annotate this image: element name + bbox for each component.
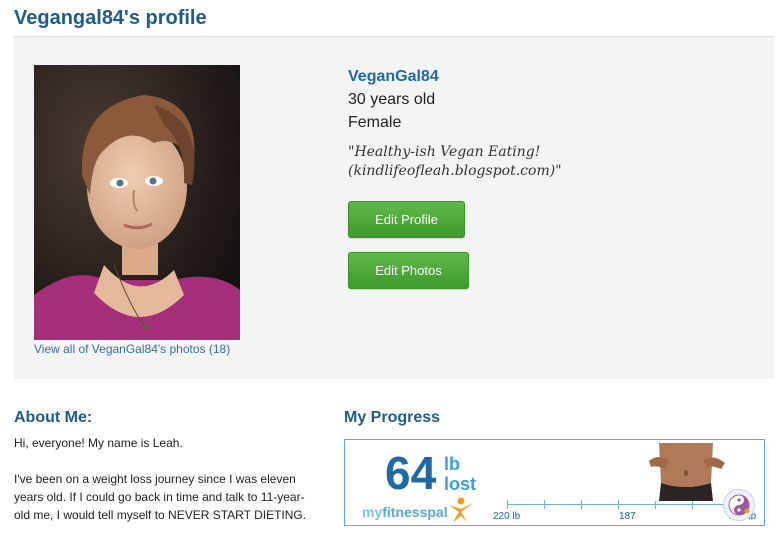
scale-tick bbox=[692, 500, 693, 509]
scale-tick bbox=[581, 500, 582, 509]
profile-panel: View all of VeganGal84's photos (18) Veg… bbox=[14, 37, 774, 379]
profile-photo[interactable] bbox=[34, 65, 240, 340]
scale-start-label: 220 lb bbox=[493, 511, 521, 522]
runner-figure-icon bbox=[449, 497, 473, 522]
profile-photo-image bbox=[34, 65, 240, 340]
myfitnesspal-logo: myfitnesspal bbox=[362, 504, 448, 520]
profile-age: 30 years old bbox=[348, 91, 436, 108]
about-me-heading: About Me: bbox=[14, 409, 93, 426]
view-all-photos-link[interactable]: View all of VeganGal84's photos (18) bbox=[34, 342, 230, 356]
yin-yang-badge-icon bbox=[723, 489, 755, 521]
page-title: Vegangal84's profile bbox=[14, 7, 207, 29]
scale-tick bbox=[618, 500, 619, 509]
logo-fitnesspal-text: fitnesspal bbox=[382, 504, 448, 520]
weight-loss-ticker[interactable]: 64 lb lost myfitnesspal 220 lb 187 154 l… bbox=[344, 439, 765, 526]
scale-tick bbox=[544, 500, 545, 509]
scale-tick bbox=[507, 500, 508, 509]
my-progress-heading: My Progress bbox=[344, 409, 441, 426]
profile-username[interactable]: VeganGal84 bbox=[348, 68, 439, 86]
edit-profile-button[interactable]: Edit Profile bbox=[348, 201, 465, 238]
scale-tick bbox=[655, 500, 656, 509]
logo-my-text: my bbox=[362, 504, 383, 520]
pounds-lost-value: 64 bbox=[385, 447, 437, 499]
about-paragraph: Hi, everyone! My name is Leah. bbox=[14, 436, 183, 450]
scale-mid-label: 187 bbox=[619, 511, 636, 522]
profile-tagline: "Healthy-ish Vegan Eating! (kindlifeofle… bbox=[348, 144, 562, 179]
lost-label: lost bbox=[444, 474, 477, 494]
edit-photos-button[interactable]: Edit Photos bbox=[348, 252, 469, 289]
profile-gender: Female bbox=[348, 114, 402, 131]
torso-image bbox=[641, 443, 731, 501]
pounds-unit: lb bbox=[444, 454, 460, 474]
about-paragraph: I've been on a weight loss journey since… bbox=[14, 472, 307, 522]
about-me-text: Hi, everyone! My name is Leah. I've been… bbox=[14, 434, 314, 542]
